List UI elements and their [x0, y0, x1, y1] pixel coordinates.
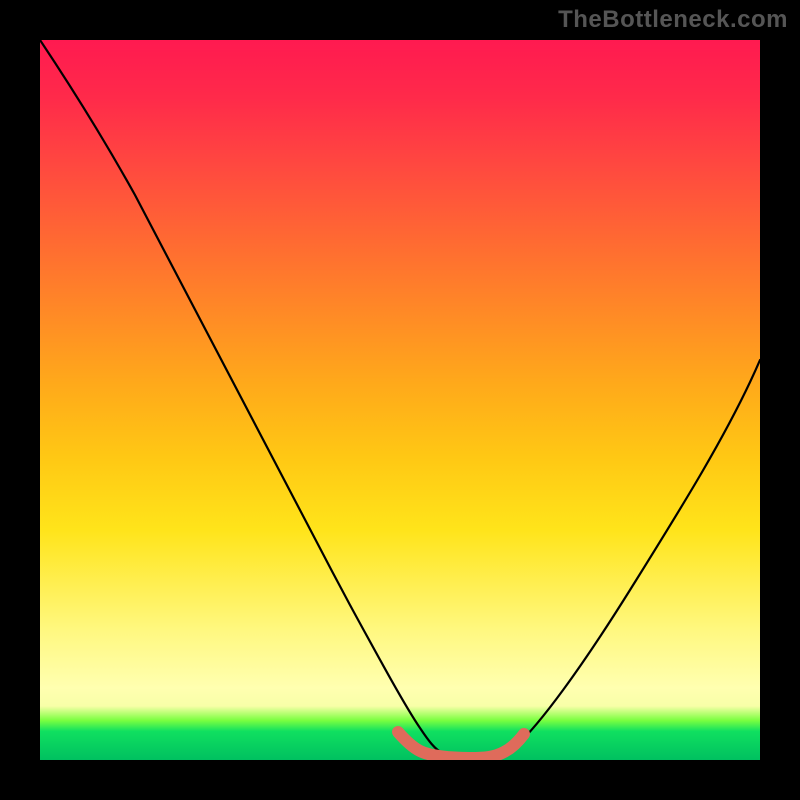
- plot-area: [40, 40, 760, 760]
- curve-layer: [40, 40, 760, 760]
- watermark-text: TheBottleneck.com: [558, 6, 788, 34]
- chart-frame: TheBottleneck.com: [0, 0, 800, 800]
- flat-bottom-marker: [398, 732, 524, 758]
- main-curve: [40, 40, 760, 757]
